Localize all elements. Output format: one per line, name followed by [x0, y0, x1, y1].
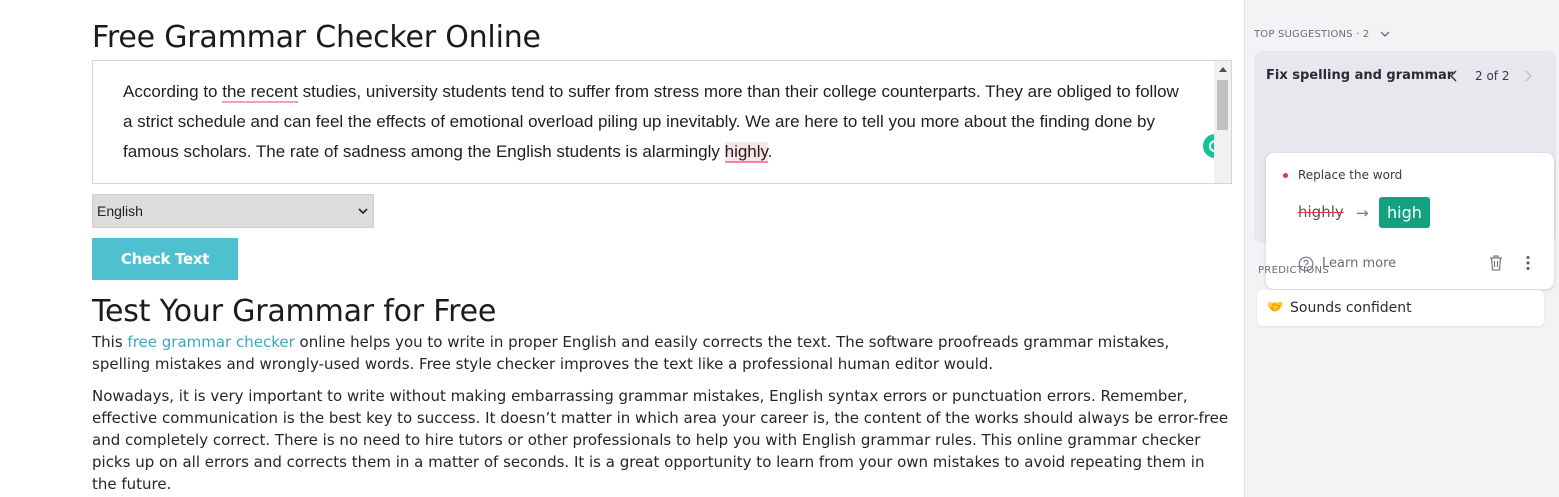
language-select[interactable]: English — [92, 194, 374, 228]
error-dot — [1283, 173, 1288, 178]
body-paragraph: Nowadays, it is very important to write … — [92, 387, 1229, 493]
handshake-icon: 🤝 — [1267, 300, 1284, 315]
suggestion-group: Fix spelling and grammar 2 of 2 Replace … — [1254, 51, 1556, 289]
editor-text-start: According to — [123, 82, 223, 101]
prediction-text: Sounds confident — [1290, 300, 1412, 316]
chevron-down-icon — [358, 208, 368, 215]
more-vertical-icon[interactable] — [1522, 254, 1534, 272]
intro-paragraph: This free grammar checker online helps y… — [92, 331, 1232, 375]
scroll-thumb[interactable] — [1217, 80, 1228, 130]
main-content: Free Grammar Checker Online According to… — [0, 0, 1244, 497]
page-title: Free Grammar Checker Online — [92, 20, 541, 55]
scroll-up-arrow-icon[interactable] — [1214, 61, 1231, 78]
editor-scrollbar[interactable] — [1214, 61, 1231, 183]
para1-start: This — [92, 333, 128, 351]
suggestion-label: Replace the word — [1298, 168, 1403, 182]
editor-text-end: . — [767, 142, 773, 161]
language-select-value: English — [97, 203, 143, 219]
top-suggestions-header[interactable]: TOP SUGGESTIONS · 2 — [1254, 28, 1391, 40]
chevron-down-icon[interactable] — [1379, 28, 1391, 40]
prediction-card[interactable]: 🤝 Sounds confident — [1257, 290, 1544, 326]
check-text-button[interactable]: Check Text — [92, 238, 238, 280]
learn-more-link[interactable]: Learn more — [1322, 256, 1396, 271]
suggestions-panel: TOP SUGGESTIONS · 2 Fix spelling and gra… — [1244, 0, 1559, 497]
chevron-left-icon[interactable] — [1448, 69, 1460, 83]
trash-icon[interactable] — [1488, 254, 1504, 272]
original-word: highly — [1298, 203, 1344, 221]
predictions-label: PREDICTIONS — [1258, 265, 1329, 276]
chevron-right-icon[interactable] — [1522, 69, 1534, 83]
section-title: Test Your Grammar for Free — [92, 294, 497, 329]
text-editor[interactable]: According to the recent studies, univers… — [92, 60, 1232, 184]
accept-replacement-button[interactable]: high — [1379, 197, 1430, 228]
arrow-right-icon: → — [1356, 204, 1369, 222]
flagged-phrase[interactable]: the recent — [222, 82, 298, 103]
flagged-word[interactable]: highly — [724, 142, 768, 163]
top-suggestions-label: TOP SUGGESTIONS · 2 — [1254, 28, 1370, 40]
suggestion-counter: 2 of 2 — [1475, 69, 1510, 83]
free-grammar-checker-link[interactable]: free grammar checker — [127, 333, 294, 351]
suggestion-group-title: Fix spelling and grammar — [1266, 68, 1454, 83]
editor-text[interactable]: According to the recent studies, univers… — [123, 77, 1183, 167]
